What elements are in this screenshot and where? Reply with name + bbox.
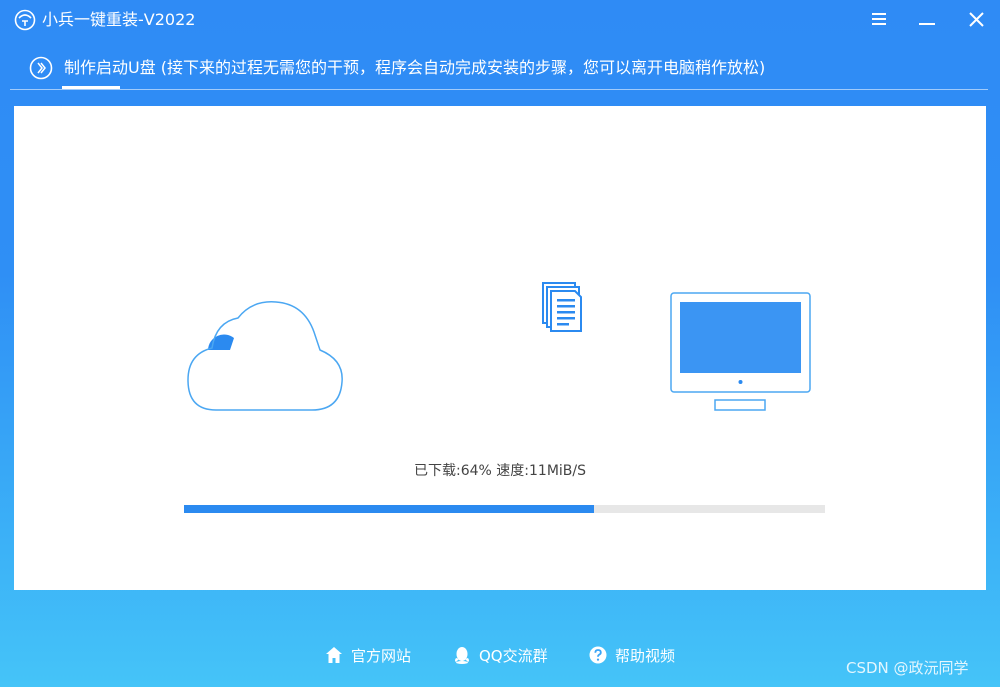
- menu-icon: [872, 13, 886, 25]
- help-video-label: 帮助视频: [615, 646, 676, 665]
- download-progress-fill: [184, 505, 595, 513]
- help-circle-icon: [589, 646, 607, 664]
- close-button[interactable]: [959, 4, 993, 34]
- official-site-link[interactable]: 官方网站: [325, 640, 411, 670]
- qq-group-label: QQ交流群: [479, 646, 548, 665]
- minimize-icon: [919, 23, 935, 25]
- step-title: 制作启动U盘 (接下来的过程无需您的干预，程序会自动完成安装的步骤，您可以离开电…: [64, 58, 766, 77]
- official-site-label: 官方网站: [351, 646, 412, 665]
- chevron-right-circle-icon: [29, 56, 53, 80]
- document-icon: [542, 282, 582, 332]
- menu-button[interactable]: [862, 4, 896, 34]
- home-icon: [326, 647, 342, 663]
- cloud-icon: [187, 301, 343, 411]
- csdn-watermark: CSDN @政沅同学: [846, 659, 969, 677]
- step-header: 制作启动U盘 (接下来的过程无需您的干预，程序会自动完成安装的步骤，您可以离开电…: [0, 48, 1000, 90]
- monitor-icon: [670, 292, 811, 411]
- download-progress-bar: [184, 505, 825, 513]
- main-panel: 已下载:64% 速度:11MiB/S: [14, 106, 986, 590]
- header-divider: [10, 89, 988, 90]
- minimize-button[interactable]: [910, 4, 944, 34]
- title-bar: 小兵一键重装-V2022: [0, 0, 1000, 40]
- app-title: 小兵一键重装-V2022: [42, 10, 196, 29]
- close-icon: [968, 11, 984, 27]
- soldier-logo-icon: [14, 9, 36, 31]
- download-status: 已下载:64% 速度:11MiB/S: [414, 463, 586, 479]
- qq-group-link[interactable]: QQ交流群: [453, 640, 548, 670]
- qq-penguin-icon: [455, 647, 469, 664]
- help-video-link[interactable]: 帮助视频: [589, 640, 675, 670]
